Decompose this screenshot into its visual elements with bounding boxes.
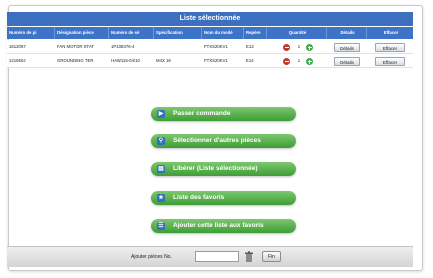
search-icon: ⚲ bbox=[157, 137, 165, 145]
add-to-favorites-button[interactable]: ☰ Ajouter cette liste aux favoris bbox=[151, 219, 296, 233]
add-parts-label: Ajouter pièces No. bbox=[131, 254, 172, 260]
increase-quantity-icon[interactable] bbox=[306, 58, 313, 65]
part-number-input[interactable] bbox=[195, 251, 239, 262]
col-delete: Effacer bbox=[383, 30, 399, 35]
col-part-number: Numéro de pi bbox=[7, 27, 55, 39]
table-row: 121650J GROUNDING TER HAW115-04/10 M4X 1… bbox=[7, 54, 413, 68]
serial-cell: 1P108376-4 bbox=[111, 44, 135, 49]
col-specification: Spécification bbox=[154, 27, 202, 39]
serial-cell: HAW115-04/10 bbox=[111, 58, 140, 63]
add-to-favorites-label: Ajouter cette liste aux favoris bbox=[173, 222, 264, 229]
delete-button[interactable]: Effacer bbox=[375, 43, 405, 52]
increase-quantity-icon[interactable] bbox=[306, 44, 313, 51]
col-serial: Numéro de sé bbox=[109, 27, 154, 39]
model-cell: FTXS20KV1 bbox=[204, 44, 228, 49]
place-order-button[interactable]: ▶ Passer commande bbox=[151, 107, 296, 121]
decrease-quantity-icon[interactable] bbox=[283, 44, 290, 51]
designation-cell: FAN MOTOR STAT bbox=[57, 44, 95, 49]
model-cell: FTXS20KV1 bbox=[204, 58, 228, 63]
release-list-button[interactable]: ▤ Libérer (Liste sélectionnée) bbox=[151, 162, 296, 176]
ref-cell: E14 bbox=[246, 58, 254, 63]
col-ref: Repère bbox=[244, 27, 267, 39]
place-order-label: Passer commande bbox=[173, 110, 231, 117]
spec-cell: M4X 16 bbox=[156, 58, 171, 63]
select-other-parts-label: Sélectionner d'autres pièces bbox=[173, 137, 261, 144]
add-parts-bar: Ajouter pièces No. Fin bbox=[7, 246, 413, 267]
details-button[interactable]: Détails bbox=[334, 43, 360, 52]
finish-button[interactable]: Fin bbox=[262, 251, 281, 262]
ref-cell: E13 bbox=[246, 44, 254, 49]
designation-cell: GROUNDING TER bbox=[57, 58, 94, 63]
delete-button[interactable]: Effacer bbox=[375, 57, 405, 66]
col-details: Détails bbox=[327, 27, 367, 39]
col-designation: Désignation pièce bbox=[55, 27, 109, 39]
release-list-label: Libérer (Liste sélectionnée) bbox=[173, 165, 258, 172]
print-icon: ▤ bbox=[157, 165, 165, 173]
table-header: Numéro de pi Désignation pièce Numéro de… bbox=[7, 27, 413, 39]
favorites-list-label: Liste des favoris bbox=[173, 194, 225, 201]
star-icon: ★ bbox=[157, 194, 165, 202]
col-quantity: Quantité bbox=[267, 27, 327, 39]
clear-icon[interactable] bbox=[244, 251, 254, 263]
arrow-right-icon: ▶ bbox=[157, 110, 165, 118]
decrease-quantity-icon[interactable] bbox=[283, 58, 290, 65]
col-model: Nom du modè bbox=[202, 27, 244, 39]
list-icon: ☰ bbox=[157, 222, 165, 230]
select-other-parts-button[interactable]: ⚲ Sélectionner d'autres pièces bbox=[151, 134, 296, 148]
quantity-value: 1 bbox=[297, 58, 301, 63]
quantity-value: 1 bbox=[297, 44, 301, 49]
part-number-cell: 121650J bbox=[9, 58, 26, 63]
spec-cell bbox=[154, 40, 202, 54]
table-row: 1612097 FAN MOTOR STAT 1P108376-4 FTXS20… bbox=[7, 40, 413, 54]
details-button[interactable]: Détails bbox=[334, 57, 360, 66]
favorites-list-button[interactable]: ★ Liste des favoris bbox=[151, 191, 296, 205]
part-number-cell: 1612097 bbox=[9, 44, 26, 49]
panel-title: Liste sélectionnée bbox=[7, 12, 413, 26]
